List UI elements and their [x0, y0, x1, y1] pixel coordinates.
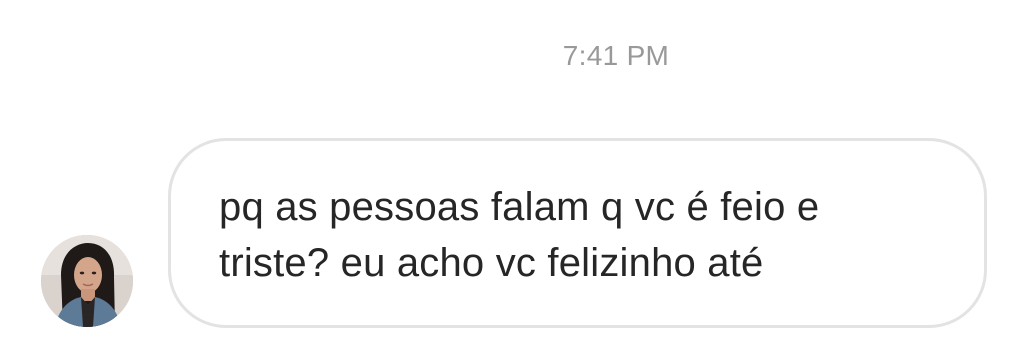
message-text: pq as pessoas falam q vc é feio e triste… [219, 179, 959, 291]
dm-thread: 7:41 PM pq as pessoas falam q vc é feio … [0, 0, 1024, 341]
message-line-2: triste? eu acho vc felizinho até [219, 241, 764, 285]
message-bubble[interactable]: pq as pessoas falam q vc é feio e triste… [168, 138, 987, 328]
sender-avatar[interactable] [41, 235, 133, 327]
incoming-message-row: pq as pessoas falam q vc é feio e triste… [0, 0, 1024, 341]
message-line-1: pq as pessoas falam q vc é feio e [219, 185, 820, 229]
avatar-photo-icon [41, 235, 133, 327]
